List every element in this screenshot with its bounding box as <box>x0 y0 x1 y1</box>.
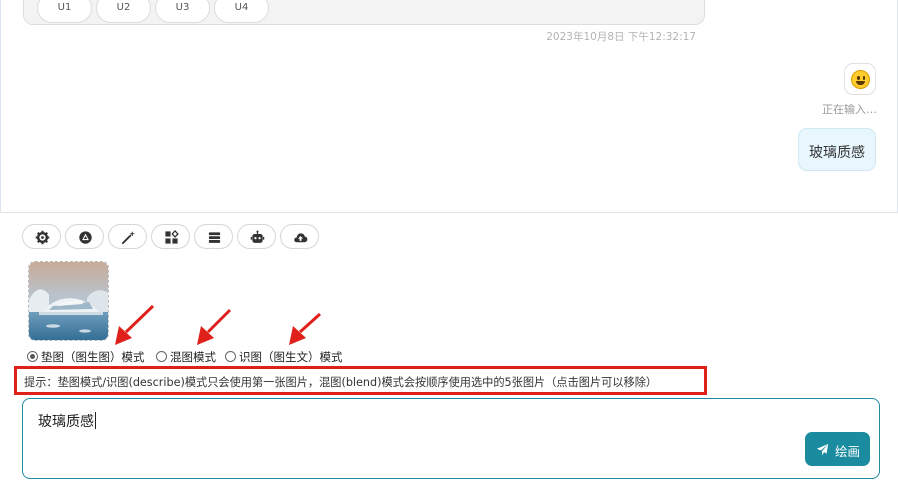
smiley-face-icon <box>851 70 870 89</box>
magic-wand-icon <box>121 230 136 245</box>
bot-message-bubble: U1 U2 U3 U4 <box>23 0 705 25</box>
hint-annotation-box: 提示：垫图模式/识图(describe)模式只会使用第一张图片，混图(blend… <box>14 366 707 395</box>
bot-message-timestamp: 2023年10月8日 下午12:32:17 <box>546 31 696 43</box>
gear-icon <box>35 230 50 245</box>
mode-option-describe[interactable]: 识图（图生文）模式 <box>225 349 343 365</box>
settings-button[interactable] <box>22 224 61 249</box>
openai-logo-icon <box>79 231 92 244</box>
radio-button-checked[interactable] <box>27 351 38 362</box>
user-message-text: 玻璃质感 <box>809 145 865 161</box>
draw-button[interactable]: 绘画 <box>805 432 870 466</box>
app-window: U1 U2 U3 U4 2023年10月8日 下午12:32:17 正在输入… … <box>0 0 898 492</box>
chat-area[interactable]: U1 U2 U3 U4 2023年10月8日 下午12:32:17 正在输入… … <box>0 0 898 213</box>
send-icon <box>816 443 829 456</box>
attached-image-thumbnail[interactable] <box>28 261 109 341</box>
cloud-upload-icon <box>294 233 308 243</box>
chip-label: U2 <box>116 2 131 13</box>
compose-panel: 垫图（图生图）模式 混图模式 识图（图生文）模式 提示：垫图模式/识图(desc… <box>0 212 898 492</box>
apps-grid-icon <box>165 230 179 244</box>
prompt-value: 玻璃质感 <box>38 414 94 430</box>
prompt-input-text[interactable]: 玻璃质感 <box>38 411 96 431</box>
apps-button[interactable] <box>151 224 190 249</box>
mode-label: 垫图（图生图）模式 <box>41 350 145 364</box>
radio-button[interactable] <box>156 351 167 362</box>
text-caret <box>95 412 96 429</box>
draw-button-label: 绘画 <box>835 444 861 459</box>
typing-status: 正在输入… <box>822 103 877 116</box>
upscale-button-2[interactable]: U2 <box>96 0 151 23</box>
robot-icon <box>250 230 265 243</box>
upscale-button-1[interactable]: U1 <box>37 0 92 23</box>
chip-label: U3 <box>175 2 190 13</box>
bot-button[interactable] <box>237 224 276 249</box>
hint-text: 提示：垫图模式/识图(describe)模式只会使用第一张图片，混图(blend… <box>24 376 658 389</box>
layers-icon <box>208 232 221 243</box>
mode-option-blend[interactable]: 混图模式 <box>156 349 216 365</box>
layers-button[interactable] <box>194 224 233 249</box>
model-button[interactable] <box>65 224 104 249</box>
mode-label: 识图（图生文）模式 <box>239 350 343 364</box>
magic-prompt-button[interactable] <box>108 224 147 249</box>
mode-label: 混图模式 <box>170 350 216 364</box>
radio-button[interactable] <box>225 351 236 362</box>
upscale-button-4[interactable]: U4 <box>214 0 269 23</box>
user-message-bubble: 玻璃质感 <box>798 128 876 171</box>
user-avatar <box>844 63 876 95</box>
prompt-input[interactable]: 玻璃质感 绘画 <box>22 398 880 479</box>
chip-label: U1 <box>57 2 72 13</box>
upload-button[interactable] <box>280 224 319 249</box>
chip-label: U4 <box>234 2 249 13</box>
attached-image <box>29 262 108 340</box>
upscale-button-3[interactable]: U3 <box>155 0 210 23</box>
mode-option-img2img[interactable]: 垫图（图生图）模式 <box>27 349 145 365</box>
